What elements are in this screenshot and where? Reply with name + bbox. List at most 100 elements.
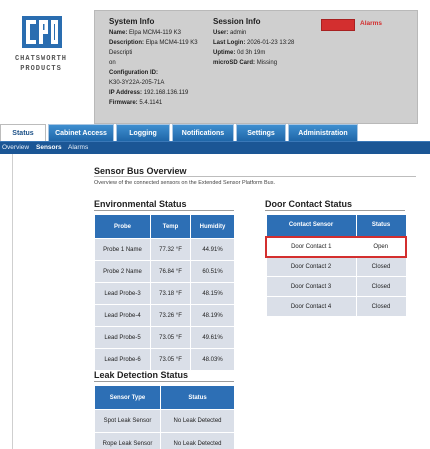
name-value: Elpa MCM4-119 K3 — [129, 30, 181, 36]
last-login-value: 2026-01-23 13:28 — [247, 40, 295, 46]
cpi-logo-icon — [22, 16, 62, 48]
subnav-alarms[interactable]: Alarms — [68, 142, 88, 154]
leak-detection-table: Sensor Type Status Spot Leak Sensor No L… — [94, 385, 235, 449]
tab-settings[interactable]: Settings — [236, 124, 286, 141]
environmental-header-row: Probe Temp Humidity — [94, 214, 235, 239]
probe-name: Probe 2 Name — [94, 260, 151, 283]
column-header-sensor-type: Sensor Type — [94, 385, 161, 410]
contact-sensor-name: Door Contact 1 — [265, 235, 357, 258]
contact-sensor-status: Closed — [355, 256, 407, 277]
door-contact-divider — [265, 210, 405, 211]
probe-name: Lead Probe-6 — [94, 348, 151, 371]
door-contact-table: Contact Sensor Status Door Contact 1 Ope… — [265, 214, 407, 317]
probe-name: Probe 1 Name — [94, 238, 151, 261]
tab-notifications[interactable]: Notifications — [172, 124, 234, 141]
tab-logging[interactable]: Logging — [116, 124, 170, 141]
probe-temp: 73.18 °F — [150, 282, 191, 305]
contact-sensor-status: Open — [355, 235, 407, 258]
on-line: on — [109, 60, 116, 66]
config-label: Configuration ID: — [109, 70, 158, 76]
probe-humidity: 48.03% — [190, 348, 235, 371]
probe-name: Lead Probe-4 — [94, 304, 151, 327]
descripti-line: Descripti — [109, 50, 133, 56]
door-contact-header-row: Contact Sensor Status — [265, 214, 407, 237]
system-description-row: Description: Elpa MCM4-119 K3 — [109, 38, 219, 48]
config-value: K30-3Y22A-205-71A — [109, 80, 165, 86]
page-title: Sensor Bus Overview — [94, 166, 187, 176]
name-label: Name: — [109, 30, 128, 36]
microsd-value: Missing — [256, 60, 278, 66]
table-row: Spot Leak Sensor No Leak Detected — [94, 409, 235, 433]
column-header-humidity: Humidity — [190, 214, 235, 239]
probe-temp: 77.32 °F — [150, 238, 191, 261]
ip-row: IP Address: 192.168.136.119 — [109, 88, 219, 98]
probe-temp: 73.05 °F — [150, 348, 191, 371]
table-row: Door Contact 4 Closed — [265, 296, 407, 317]
alarms-link[interactable]: Alarms — [360, 20, 382, 27]
table-row: Lead Probe-6 73.05 °F 48.03% — [94, 348, 235, 371]
title-divider — [94, 176, 416, 177]
probe-humidity: 48.15% — [190, 282, 235, 305]
main-tabs: Status Cabinet Access Logging Notificati… — [0, 124, 430, 141]
column-header-status: Status — [355, 214, 407, 237]
leak-header-row: Sensor Type Status — [94, 385, 235, 410]
last-login-label: Last Login: — [213, 40, 246, 46]
probe-temp: 73.26 °F — [150, 304, 191, 327]
contact-sensor-status: Closed — [355, 276, 407, 297]
subnav-overview[interactable]: Overview — [2, 142, 29, 154]
probe-humidity: 44.91% — [190, 238, 235, 261]
info-panel: System Info Name: Elpa MCM4-119 K3 Descr… — [94, 10, 418, 124]
column-header-probe: Probe — [94, 214, 151, 239]
probe-humidity: 60.51% — [190, 260, 235, 283]
environmental-table: Probe Temp Humidity Probe 1 Name 77.32 °… — [94, 214, 235, 371]
description-label: Description: — [109, 40, 145, 46]
user-value: admin — [230, 30, 247, 36]
contact-sensor-name: Door Contact 2 — [265, 256, 357, 277]
system-name-row: Name: Elpa MCM4-119 K3 — [109, 28, 219, 38]
probe-temp: 76.84 °F — [150, 260, 191, 283]
leak-detection-status-title: Leak Detection Status — [94, 370, 189, 380]
system-info-heading: System Info — [109, 17, 155, 26]
leak-sensor-status: No Leak Detected — [160, 432, 235, 449]
system-info: System Info Name: Elpa MCM4-119 K3 Descr… — [109, 16, 219, 108]
subnav-sensors[interactable]: Sensors — [36, 142, 62, 154]
table-row: Lead Probe-3 73.18 °F 48.15% — [94, 282, 235, 305]
leak-sensor-type: Spot Leak Sensor — [94, 409, 161, 433]
user-row: User: admin — [213, 28, 323, 38]
table-row: Door Contact 3 Closed — [265, 276, 407, 297]
session-info-heading: Session Info — [213, 17, 261, 26]
sub-navigation: Overview Sensors Alarms — [0, 141, 430, 154]
uptime-label: Uptime: — [213, 50, 236, 56]
probe-temp: 73.05 °F — [150, 326, 191, 349]
microsd-label: microSD Card: — [213, 60, 256, 66]
table-row: Door Contact 2 Closed — [265, 256, 407, 277]
tab-status[interactable]: Status — [0, 124, 46, 141]
contact-sensor-name: Door Contact 3 — [265, 276, 357, 297]
tab-administration[interactable]: Administration — [288, 124, 358, 141]
table-row: Rope Leak Sensor No Leak Detected — [94, 432, 235, 449]
left-divider — [12, 154, 13, 449]
leak-sensor-status: No Leak Detected — [160, 409, 235, 433]
firmware-row: Firmware: 5.4.1141 — [109, 98, 219, 108]
contact-sensor-status: Closed — [355, 296, 407, 317]
session-info: Session Info User: admin Last Login: 202… — [213, 16, 323, 68]
door-contact-status-title: Door Contact Status — [265, 199, 353, 209]
uptime-row: Uptime: 0d 3h 19m — [213, 48, 323, 58]
firmware-label: Firmware: — [109, 100, 138, 106]
table-row-highlighted: Door Contact 1 Open — [265, 235, 407, 258]
column-header-contact-sensor: Contact Sensor — [265, 214, 357, 237]
table-row: Lead Probe-4 73.26 °F 48.19% — [94, 304, 235, 327]
probe-name: Lead Probe-5 — [94, 326, 151, 349]
ip-label: IP Address: — [109, 90, 143, 96]
user-label: User: — [213, 30, 229, 36]
ip-value: 192.168.136.119 — [143, 90, 189, 96]
brand-line1: CHATSWORTH — [14, 55, 67, 63]
leak-detection-divider — [94, 381, 234, 382]
column-header-status: Status — [160, 385, 235, 410]
tab-cabinet-access[interactable]: Cabinet Access — [48, 124, 114, 141]
alarm-indicator-button[interactable] — [321, 19, 355, 31]
microsd-row: microSD Card: Missing — [213, 58, 323, 68]
table-row: Lead Probe-5 73.05 °F 49.61% — [94, 326, 235, 349]
table-row: Probe 2 Name 76.84 °F 60.51% — [94, 260, 235, 283]
brand-line2: PRODUCTS — [20, 65, 62, 73]
